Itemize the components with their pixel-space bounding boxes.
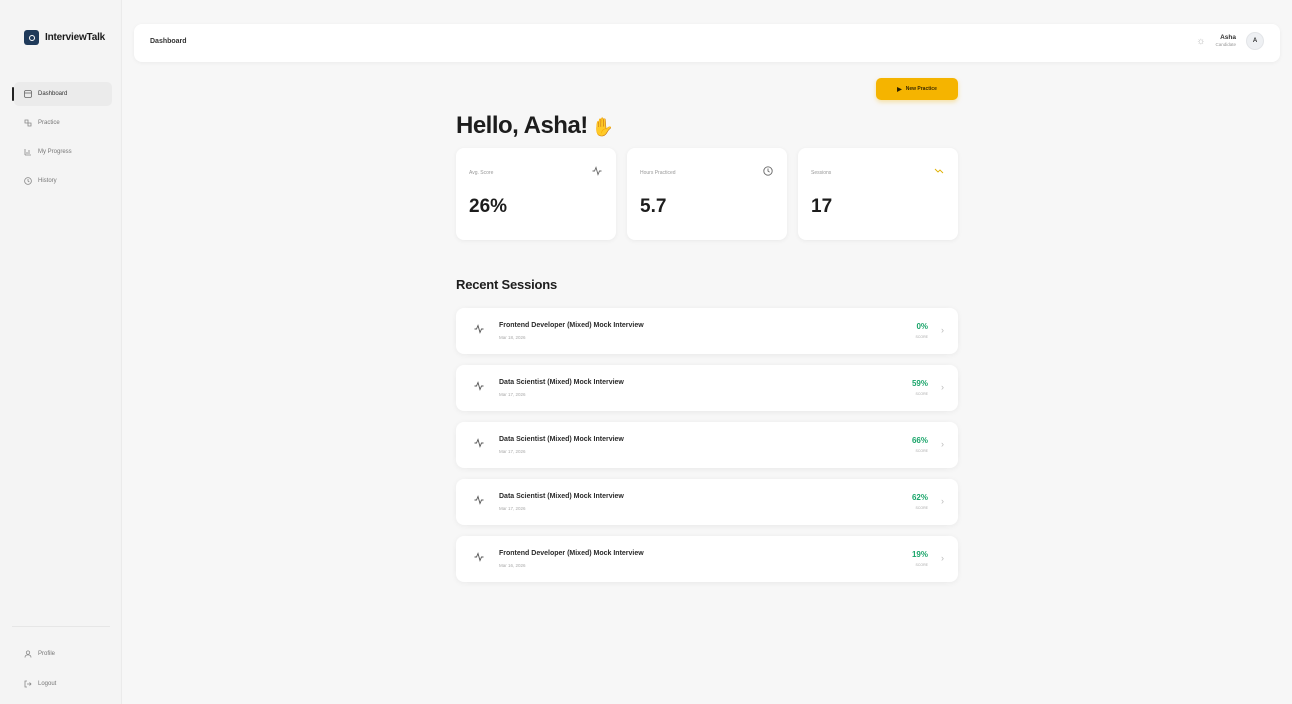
brand-name: InterviewTalk	[45, 32, 106, 43]
trend-icon	[934, 166, 944, 179]
sidebar-item-label: Logout	[38, 681, 57, 687]
session-row[interactable]: Data Scientist (Mixed) Mock Interview Ma…	[456, 422, 958, 468]
session-date: Mar 16, 2026	[499, 563, 526, 568]
sidebar-item-profile[interactable]: Profile	[14, 643, 112, 665]
session-score-label: SCORE	[915, 449, 928, 453]
clock-icon	[24, 177, 32, 185]
page-title: Hello, Asha! ✋	[456, 112, 614, 140]
session-score-label: SCORE	[915, 563, 928, 567]
new-practice-button[interactable]: ▶ New Practice	[876, 78, 958, 100]
session-row[interactable]: Frontend Developer (Mixed) Mock Intervie…	[456, 308, 958, 354]
top-header: Dashboard ☼ Asha Candidate A	[134, 24, 1280, 62]
recent-sessions-list: Frontend Developer (Mixed) Mock Intervie…	[456, 308, 958, 593]
greeting-text: Hello, Asha!	[456, 112, 588, 139]
session-title: Frontend Developer (Mixed) Mock Intervie…	[499, 322, 644, 329]
activity-icon	[474, 495, 484, 508]
session-score: 19%	[911, 550, 928, 559]
header-actions: ☼ Asha Candidate A	[1196, 32, 1264, 50]
chevron-right-icon: ›	[941, 553, 944, 563]
session-score: 59%	[911, 379, 928, 388]
stat-card-sessions: Sessions 17	[798, 148, 958, 240]
session-score-label: SCORE	[915, 392, 928, 396]
logout-icon	[24, 680, 32, 688]
session-score: 62%	[911, 493, 928, 502]
clock-icon	[763, 166, 773, 179]
sidebar-item-dashboard[interactable]: Dashboard	[12, 82, 112, 106]
avatar[interactable]: A	[1246, 32, 1264, 50]
session-title: Data Scientist (Mixed) Mock Interview	[499, 436, 624, 443]
sidebar-item-label: Dashboard	[38, 91, 68, 97]
activity-icon	[474, 324, 484, 337]
stat-value: 26%	[469, 196, 508, 217]
sidebar-item-label: Practice	[38, 120, 60, 126]
chevron-right-icon: ›	[941, 325, 944, 335]
sidebar-item-practice[interactable]: Practice	[14, 111, 112, 135]
user-role: Candidate	[1215, 42, 1236, 47]
wave-hand-icon: ✋	[591, 117, 614, 137]
play-icon: ▶	[897, 86, 902, 93]
session-date: Mar 17, 2026	[499, 506, 526, 511]
chevron-right-icon: ›	[941, 496, 944, 506]
sidebar-item-my-progress[interactable]: My Progress	[14, 140, 112, 164]
sidebar-item-history[interactable]: History	[14, 169, 112, 193]
session-date: Mar 17, 2026	[499, 392, 526, 397]
activity-icon	[474, 381, 484, 394]
stat-label: Hours Practiced	[640, 170, 676, 176]
brand[interactable]: InterviewTalk	[24, 30, 105, 45]
dashboard-icon	[24, 90, 32, 98]
session-title: Data Scientist (Mixed) Mock Interview	[499, 379, 624, 386]
practice-icon	[24, 119, 32, 127]
chevron-right-icon: ›	[941, 382, 944, 392]
session-date: Mar 17, 2026	[499, 449, 526, 454]
sun-icon[interactable]: ☼	[1196, 36, 1205, 47]
stat-value: 5.7	[640, 196, 667, 217]
sidebar-divider	[12, 626, 110, 627]
activity-icon	[592, 166, 602, 179]
user-name: Asha	[1220, 33, 1236, 41]
app-root: InterviewTalk Dashboard Practice My Prog…	[0, 0, 1292, 704]
chart-icon	[24, 148, 32, 156]
stat-label: Avg. Score	[469, 170, 494, 176]
session-row[interactable]: Data Scientist (Mixed) Mock Interview Ma…	[456, 479, 958, 525]
session-row[interactable]: Frontend Developer (Mixed) Mock Intervie…	[456, 536, 958, 582]
sidebar-item-label: My Progress	[38, 149, 72, 155]
session-title: Data Scientist (Mixed) Mock Interview	[499, 493, 624, 500]
sidebar-bottom-nav: Profile Logout	[14, 643, 112, 703]
session-score-label: SCORE	[915, 506, 928, 510]
sidebar-item-label: History	[38, 178, 57, 184]
session-score: 66%	[911, 436, 928, 445]
user-icon	[24, 650, 32, 658]
brand-logo-icon	[24, 30, 39, 45]
breadcrumb: Dashboard	[150, 38, 187, 45]
user-info[interactable]: Asha Candidate	[1215, 33, 1236, 48]
recent-sessions-title: Recent Sessions	[456, 277, 558, 292]
sidebar: InterviewTalk Dashboard Practice My Prog…	[0, 0, 122, 704]
sidebar-item-label: Profile	[38, 651, 56, 657]
activity-icon	[474, 552, 484, 565]
sidebar-item-logout[interactable]: Logout	[14, 673, 112, 695]
session-row[interactable]: Data Scientist (Mixed) Mock Interview Ma…	[456, 365, 958, 411]
stat-value: 17	[811, 196, 833, 217]
stat-label: Sessions	[811, 170, 832, 176]
session-title: Frontend Developer (Mixed) Mock Intervie…	[499, 550, 644, 557]
session-score-label: SCORE	[915, 335, 928, 339]
new-practice-label: New Practice	[905, 86, 937, 92]
chevron-right-icon: ›	[941, 439, 944, 449]
activity-icon	[474, 438, 484, 451]
sidebar-nav: Dashboard Practice My Progress History	[12, 82, 112, 198]
stat-card-hours-practiced: Hours Practiced 5.7	[627, 148, 787, 240]
session-score: 0%	[916, 322, 928, 331]
stat-card-avg-score: Avg. Score 26%	[456, 148, 616, 240]
session-date: Mar 18, 2026	[499, 335, 526, 340]
